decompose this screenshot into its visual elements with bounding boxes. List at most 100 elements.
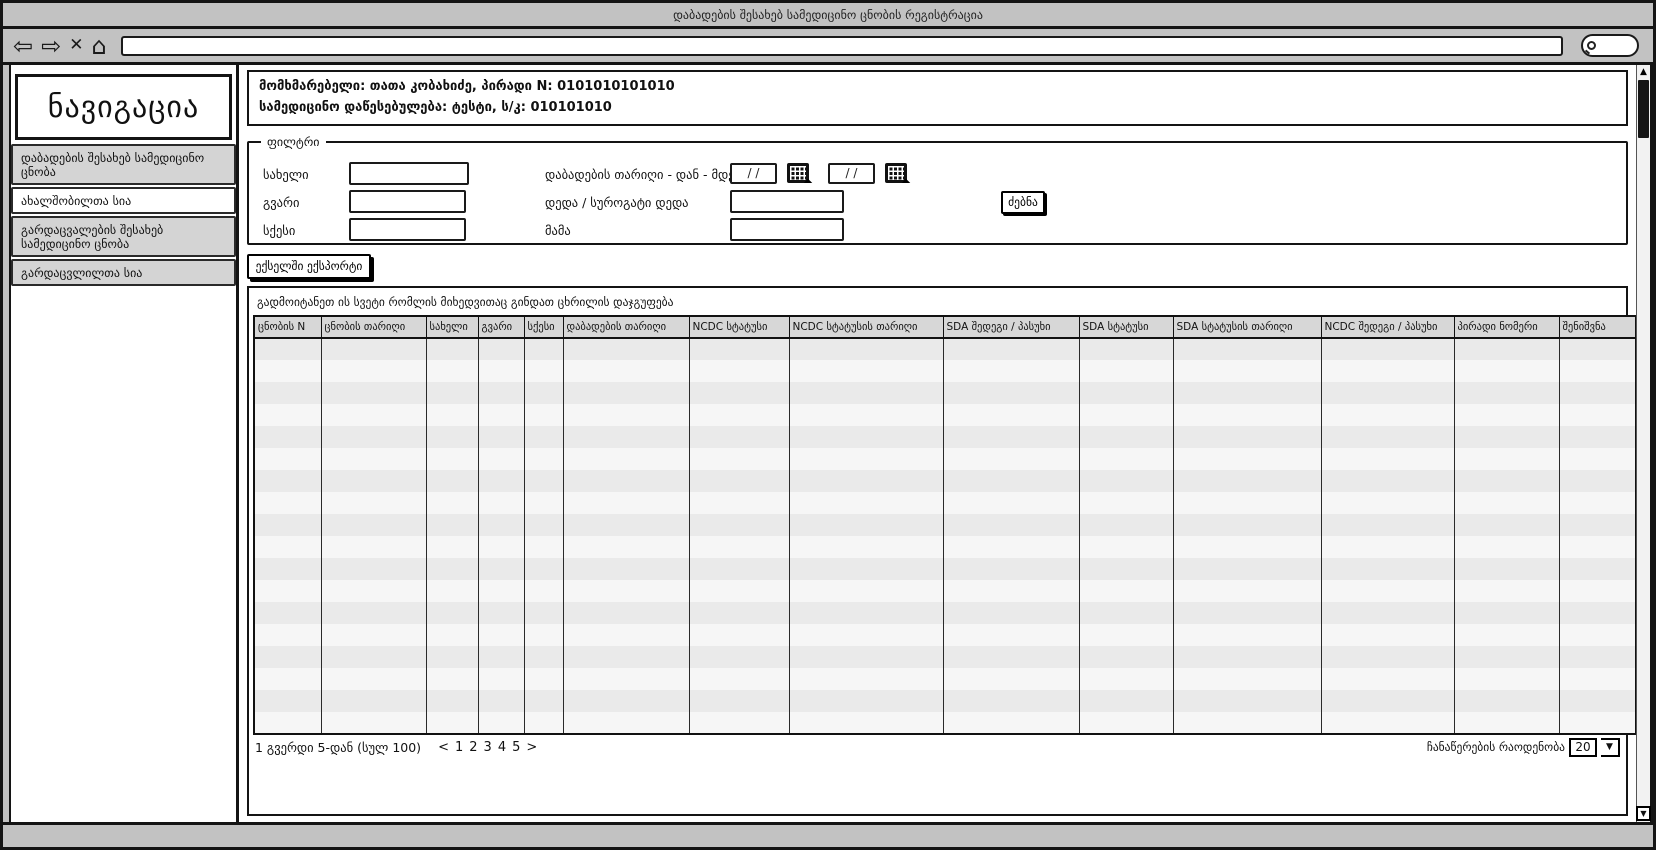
table-row[interactable] [254,382,1636,404]
column-header[interactable]: ცნობის N [254,316,321,338]
column-header[interactable]: სქესი [524,316,563,338]
table-row[interactable] [254,360,1636,382]
user-info-box: მომხმარებელი: თათა კობახიძე, პირადი N: 0… [247,70,1628,126]
calendar-from-icon[interactable] [787,163,809,183]
column-header[interactable]: შენიშვნა [1559,316,1636,338]
table-cell [1559,404,1636,426]
sidebar-item[interactable]: გარდაცვლილთა სია [11,259,236,286]
table-cell [563,602,689,624]
scroll-down-icon[interactable]: ▼ [1636,806,1651,821]
page-link[interactable]: 4 [495,740,509,755]
table-cell [789,690,943,712]
column-header[interactable]: ცნობის თარიღი [321,316,426,338]
table-row[interactable] [254,536,1636,558]
table-row[interactable] [254,514,1636,536]
page-link[interactable]: > [523,740,540,755]
date-to-input[interactable]: / / [828,163,875,184]
sidebar-item[interactable]: გარდაცვალების შესახებ სამედიცინო ცნობა [11,216,236,257]
table-cell [1454,470,1559,492]
column-header[interactable]: პირადი ნომერი [1454,316,1559,338]
table-cell [1079,470,1173,492]
table-cell [789,382,943,404]
table-cell [254,536,321,558]
table-cell [1079,624,1173,646]
horizontal-scrollbar[interactable] [3,822,1653,847]
surname-input[interactable] [349,190,466,213]
column-header[interactable]: NCDC შედეგი / პასუხი [1321,316,1454,338]
table-cell [1454,338,1559,360]
column-header[interactable]: სახელი [426,316,478,338]
column-header[interactable]: NCDC სტატუსი [689,316,789,338]
column-header[interactable]: SDA სტატუსი [1079,316,1173,338]
table-row[interactable] [254,338,1636,360]
table-cell [789,646,943,668]
table-cell [524,668,563,690]
table-cell [1559,470,1636,492]
sidebar-item[interactable]: ახალშობილთა სია [11,187,236,214]
page-link[interactable]: 2 [466,740,480,755]
sidebar-item[interactable]: დაბადების შესახებ სამედიცინო ცნობა [11,144,236,185]
table-row[interactable] [254,668,1636,690]
mother-input[interactable] [730,190,844,213]
records-dropdown-arrow-icon[interactable]: ▼ [1601,738,1620,757]
table-row[interactable] [254,470,1636,492]
table-cell [689,338,789,360]
table-row[interactable] [254,646,1636,668]
table-row[interactable] [254,426,1636,448]
table-row[interactable] [254,580,1636,602]
column-header[interactable]: SDA სტატუსის თარიღი [1173,316,1321,338]
table-cell [426,712,478,734]
page-link[interactable]: 3 [481,740,495,755]
search-button[interactable]: ძებნა [1001,191,1045,214]
column-header[interactable]: გვარი [478,316,524,338]
pagination-summary: 1 გვერდი 5-დან (სულ 100) [255,740,421,755]
table-cell [1559,580,1636,602]
search-box[interactable] [1581,34,1639,57]
back-icon[interactable]: ⇦ [13,34,33,58]
column-header[interactable]: დაბადების თარიღი [563,316,689,338]
table-cell [524,470,563,492]
page-link[interactable]: < [435,740,452,755]
scroll-up-icon[interactable]: ▲ [1640,67,1647,77]
table-row[interactable] [254,602,1636,624]
filter-legend: ფილტრი [261,135,326,149]
table-cell [426,668,478,690]
table-cell [1559,646,1636,668]
table-cell [254,338,321,360]
table-cell [943,382,1079,404]
sex-input[interactable] [349,218,466,241]
column-header[interactable]: SDA შედეგი / პასუხი [943,316,1079,338]
table-cell [426,448,478,470]
table-row[interactable] [254,712,1636,734]
column-header[interactable]: NCDC სტატუსის თარიღი [789,316,943,338]
table-row[interactable] [254,448,1636,470]
father-input[interactable] [730,218,844,241]
address-bar[interactable] [121,36,1563,56]
stop-icon[interactable]: ✕ [69,37,83,54]
table-cell [689,382,789,404]
table-row[interactable] [254,404,1636,426]
table-cell [1454,558,1559,580]
records-per-page-label: ჩანაწერების რაოდენობა [1427,740,1565,754]
table-row[interactable] [254,624,1636,646]
export-excel-button[interactable]: ექსელში ექსპორტი [247,254,371,279]
table-cell [1321,580,1454,602]
records-per-page-value[interactable]: 20 [1569,738,1597,757]
table-cell [1559,426,1636,448]
scrollbar-thumb[interactable] [1638,80,1649,138]
page-link[interactable]: 5 [509,740,523,755]
forward-icon[interactable]: ⇨ [41,34,61,58]
home-icon[interactable]: ⌂ [91,34,106,58]
vertical-scrollbar[interactable]: ▲ ▼ [1636,65,1653,822]
table-cell [426,580,478,602]
table-cell [1321,338,1454,360]
date-from-input[interactable]: / / [730,163,777,184]
table-row[interactable] [254,558,1636,580]
calendar-to-icon[interactable] [885,163,907,183]
page-link[interactable]: 1 [452,740,466,755]
records-table: ცნობის Nცნობის თარიღისახელიგვარისქესიდაბ… [253,315,1637,735]
table-row[interactable] [254,690,1636,712]
table-cell [1321,712,1454,734]
table-row[interactable] [254,492,1636,514]
name-input[interactable] [349,162,469,185]
